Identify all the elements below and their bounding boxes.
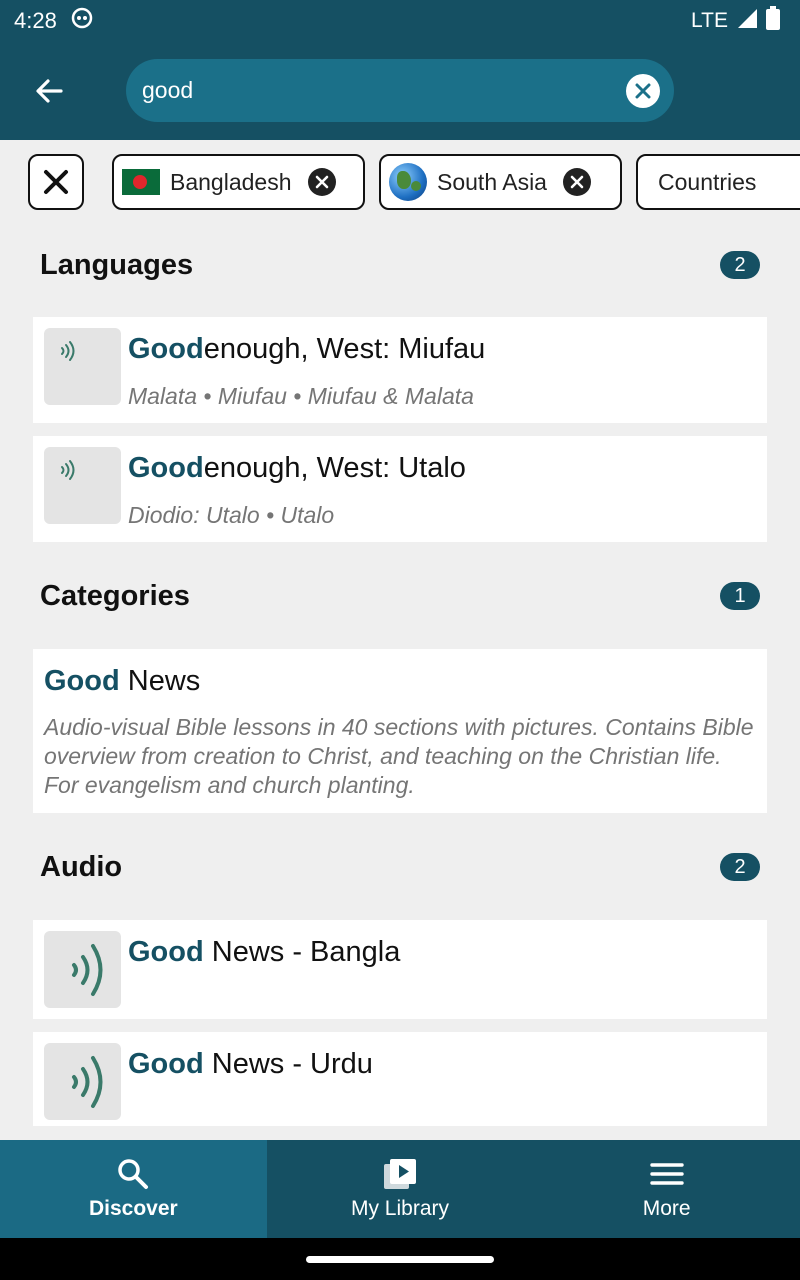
search-input[interactable]	[140, 76, 626, 105]
video-library-icon	[384, 1159, 416, 1189]
audio-title: Good News - Bangla	[128, 936, 401, 968]
language-title: Goodenough, West: Miufau	[128, 333, 486, 365]
close-icon	[570, 175, 584, 189]
nav-label: More	[642, 1197, 691, 1220]
category-item[interactable]: Good News Audio-visual Bible lessons in …	[33, 649, 767, 813]
audio-thumbnail	[44, 328, 121, 405]
chip-label: Bangladesh	[170, 168, 292, 195]
audio-item[interactable]: Good News - Urdu	[33, 1032, 767, 1126]
search-icon	[118, 1159, 149, 1189]
audio-wave-icon	[61, 341, 75, 361]
network-type: LTE	[691, 9, 728, 32]
remove-chip-button[interactable]	[307, 168, 336, 196]
audio-thumbnail	[44, 931, 121, 1008]
category-title: Good News	[44, 665, 201, 697]
status-bar: 4:28 LTE	[0, 0, 800, 42]
nav-discover[interactable]: Discover	[0, 1140, 267, 1238]
categories-header: Categories 1	[40, 576, 760, 616]
signal-icon	[736, 7, 758, 35]
chip-countries[interactable]: Countries	[636, 154, 800, 210]
audio-header: Audio 2	[40, 847, 760, 887]
chip-south-asia[interactable]: South Asia	[379, 154, 622, 210]
language-subtitle: Malata • Miufau • Miufau & Malata	[128, 383, 474, 409]
section-title: Audio	[40, 850, 123, 883]
battery-icon	[766, 6, 780, 36]
filter-chips: Bangladesh South Asia Countries	[0, 140, 800, 224]
nav-my-library[interactable]: My Library	[267, 1140, 534, 1238]
clear-search-button[interactable]	[626, 73, 660, 108]
audio-thumbnail	[44, 447, 121, 524]
count-badge: 1	[720, 582, 760, 610]
app-bar	[0, 42, 800, 140]
arrow-left-icon	[36, 79, 63, 103]
chip-label: South Asia	[437, 168, 547, 195]
back-button[interactable]	[24, 66, 74, 116]
home-indicator[interactable]	[306, 1256, 494, 1263]
section-title: Languages	[40, 248, 194, 281]
section-title: Categories	[40, 579, 190, 612]
close-icon	[315, 175, 328, 189]
audio-wave-icon	[61, 460, 75, 480]
chip-bangladesh[interactable]: Bangladesh	[112, 154, 365, 210]
remove-chip-button[interactable]	[562, 168, 591, 196]
clear-filters-button[interactable]	[28, 154, 84, 210]
clock: 4:28	[14, 8, 57, 33]
nav-label: My Library	[350, 1197, 450, 1220]
language-subtitle: Diodio: Utalo • Utalo	[128, 502, 335, 528]
language-item[interactable]: Goodenough, West: Utalo Diodio: Utalo • …	[33, 436, 767, 542]
bangladesh-flag-icon	[122, 169, 160, 195]
language-item[interactable]: Goodenough, West: Miufau Malata • Miufau…	[33, 317, 767, 423]
count-badge: 2	[720, 853, 760, 881]
menu-icon	[649, 1163, 684, 1185]
chip-label: Countries	[658, 168, 757, 195]
audio-title: Good News - Urdu	[128, 1048, 373, 1080]
languages-header: Languages 2	[40, 245, 760, 285]
globe-icon	[389, 163, 427, 201]
count-badge: 2	[720, 251, 760, 279]
audio-wave-icon	[72, 1056, 103, 1108]
close-icon	[635, 83, 651, 98]
close-icon	[44, 170, 68, 194]
search-box	[126, 59, 674, 122]
category-description: Audio-visual Bible lessons in 40 section…	[44, 714, 754, 798]
nav-label: Discover	[88, 1197, 178, 1220]
bottom-navigation: Discover My Library More	[0, 1140, 800, 1238]
audio-thumbnail	[44, 1043, 121, 1120]
audio-item[interactable]: Good News - Bangla	[33, 920, 767, 1019]
system-gesture-bar	[0, 1238, 800, 1280]
language-title: Goodenough, West: Utalo	[128, 452, 466, 484]
nav-more[interactable]: More	[533, 1140, 800, 1238]
app-notification-icon	[71, 7, 93, 35]
audio-wave-icon	[72, 944, 103, 996]
